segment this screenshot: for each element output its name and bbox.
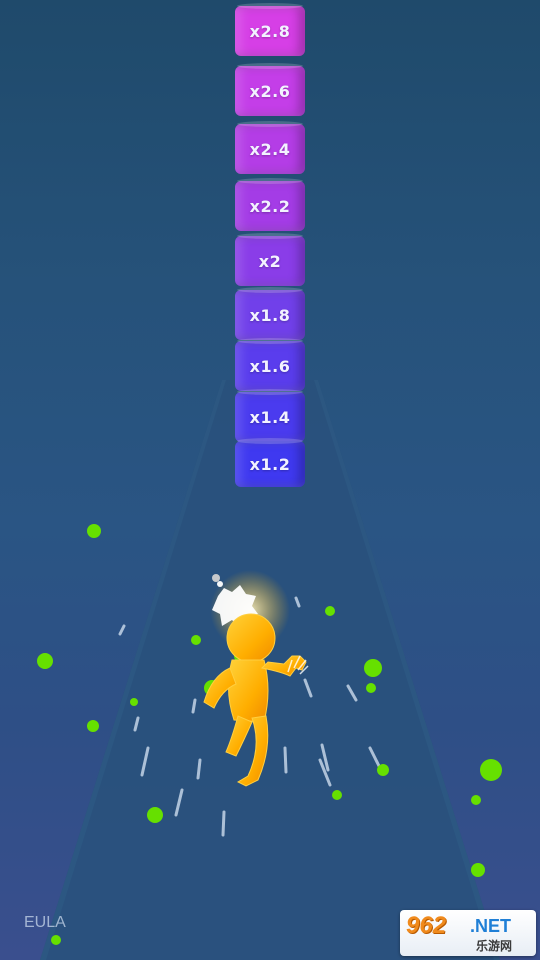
multiplier-segment: x2.4 xyxy=(235,121,305,174)
watermark-domain: .NET xyxy=(470,916,512,936)
multiplier-segment: x2.8 xyxy=(235,3,305,56)
multiplier-segment: x2.6 xyxy=(235,63,305,116)
eula-link[interactable]: EULA xyxy=(24,914,66,932)
multiplier-segment: x1.4 xyxy=(235,389,305,442)
multiplier-segment: x2 xyxy=(235,233,305,286)
watermark-brand: 962 xyxy=(406,912,447,939)
multiplier-segment: x1.8 xyxy=(235,287,305,340)
multiplier-segment: x1.2 xyxy=(235,438,305,487)
watermark-subtitle: 乐游网 xyxy=(476,939,513,953)
site-watermark: 962 .NET 乐游网 xyxy=(400,910,536,956)
multiplier-segment: x2.2 xyxy=(235,178,305,231)
multiplier-segment: x1.6 xyxy=(235,338,305,391)
